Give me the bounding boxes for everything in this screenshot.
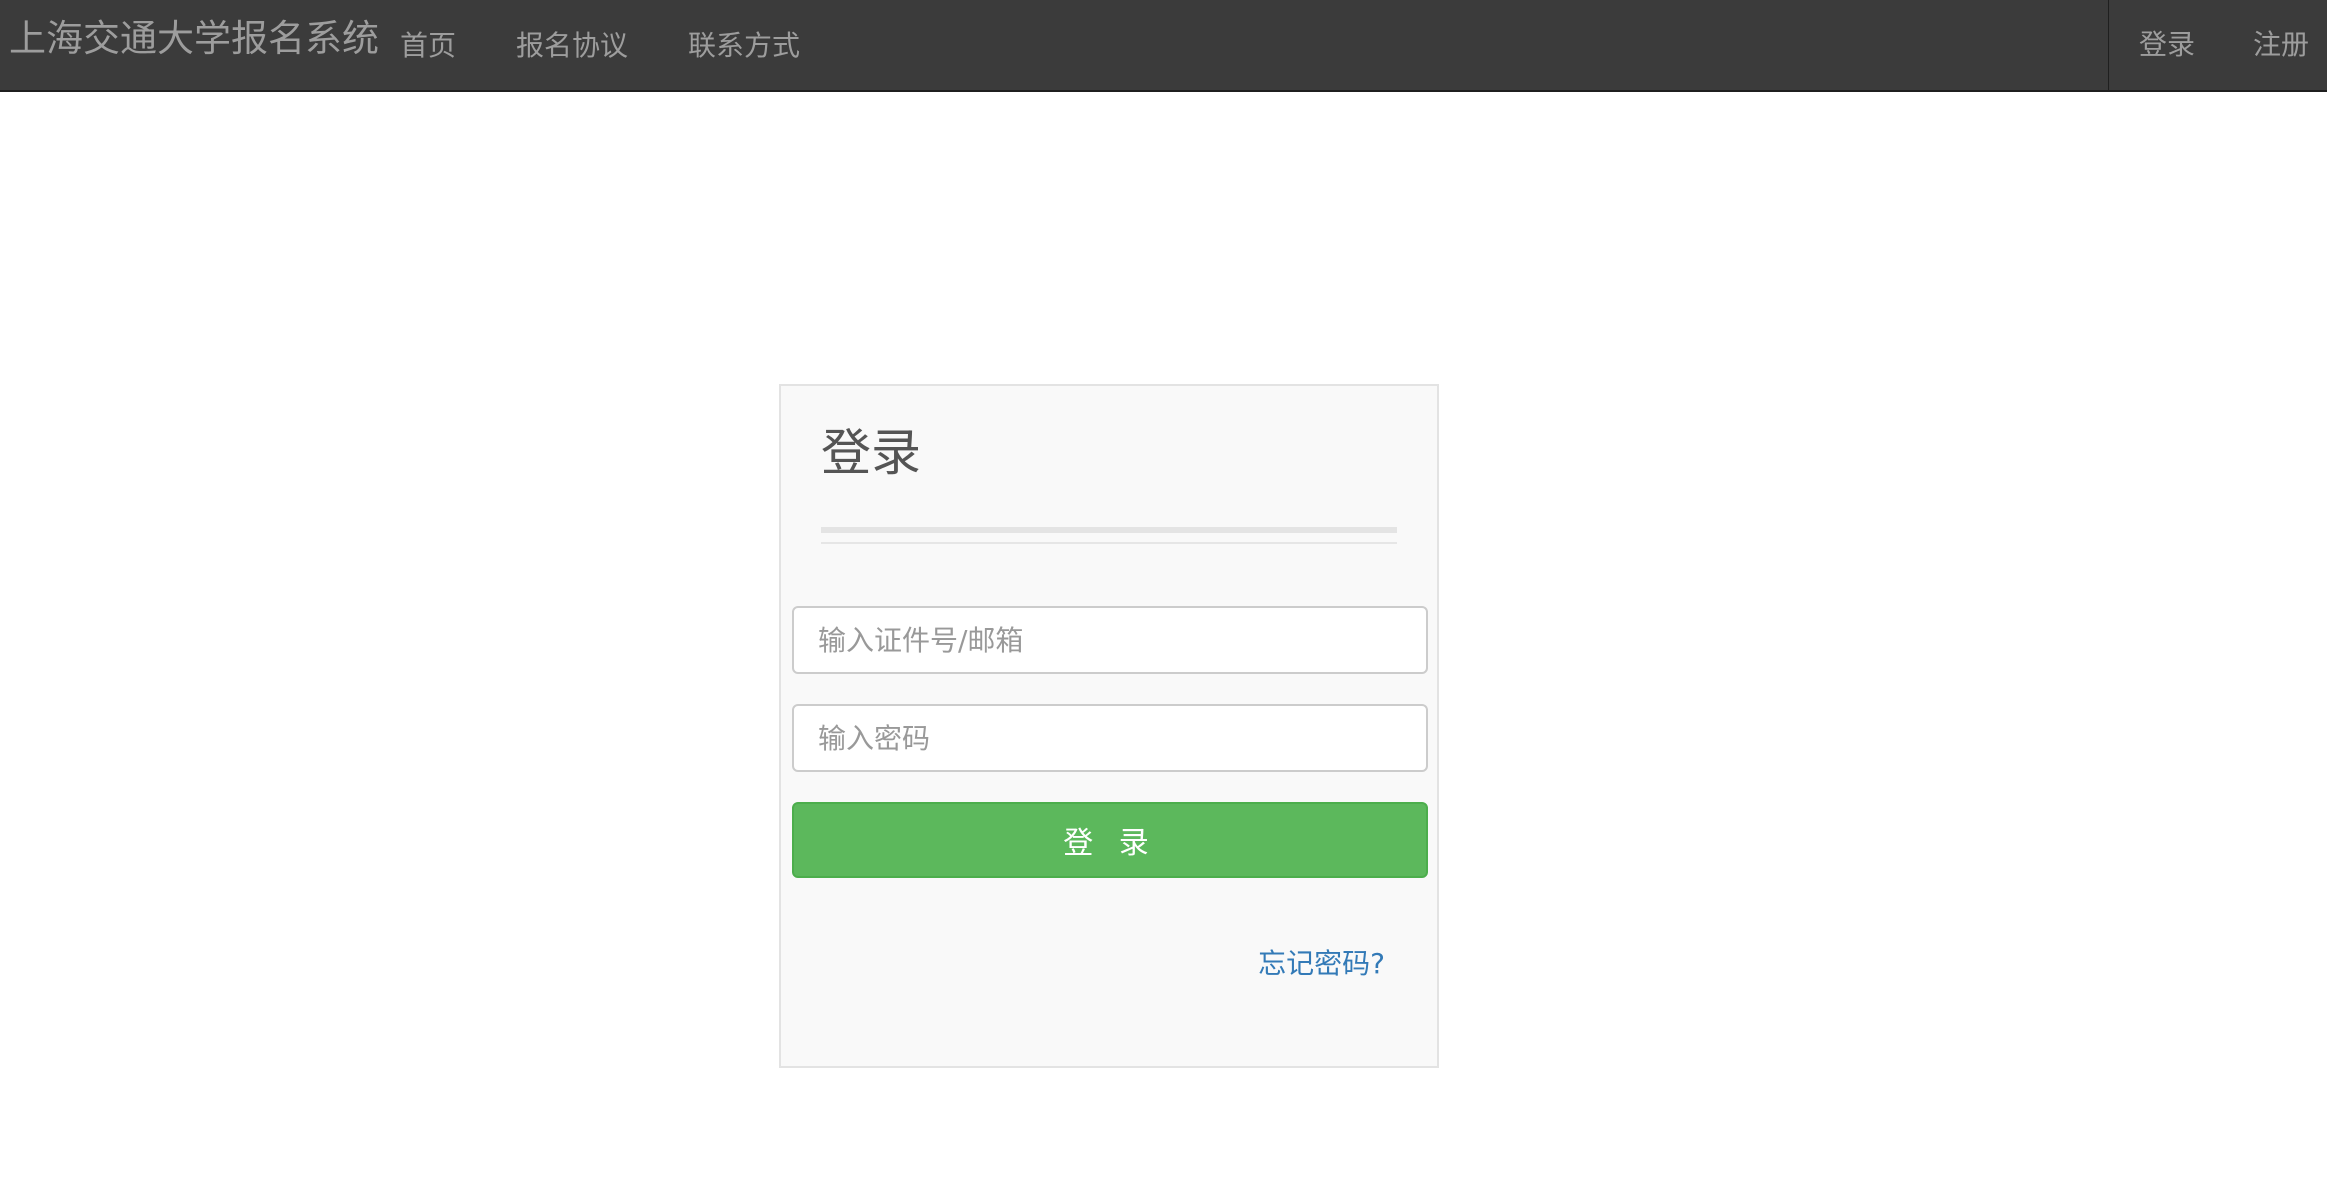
nav-login-link[interactable]: 登录 <box>2139 6 2195 84</box>
main-nav: 首页 报名协议 联系方式 <box>400 0 860 92</box>
account-input[interactable] <box>792 606 1428 674</box>
login-submit-button[interactable]: 登 录 <box>792 802 1428 878</box>
nav-item-agreement[interactable]: 报名协议 <box>516 7 628 85</box>
top-navbar: 上海交通大学报名系统 首页 报名协议 联系方式 登录 注册 <box>0 0 2327 92</box>
login-card: 登录 登 录 忘记密码? <box>779 384 1439 1068</box>
password-input[interactable] <box>792 704 1428 772</box>
brand-title[interactable]: 上海交通大学报名系统 <box>9 0 379 92</box>
auth-nav: 登录 注册 <box>2107 0 2327 90</box>
title-divider-thin <box>821 542 1397 544</box>
nav-item-contact[interactable]: 联系方式 <box>688 7 800 85</box>
nav-register-link[interactable]: 注册 <box>2253 6 2309 84</box>
nav-item-home[interactable]: 首页 <box>400 7 456 85</box>
login-title: 登录 <box>821 424 921 482</box>
title-divider <box>821 527 1397 533</box>
forgot-password-link[interactable]: 忘记密码? <box>1258 942 1385 982</box>
